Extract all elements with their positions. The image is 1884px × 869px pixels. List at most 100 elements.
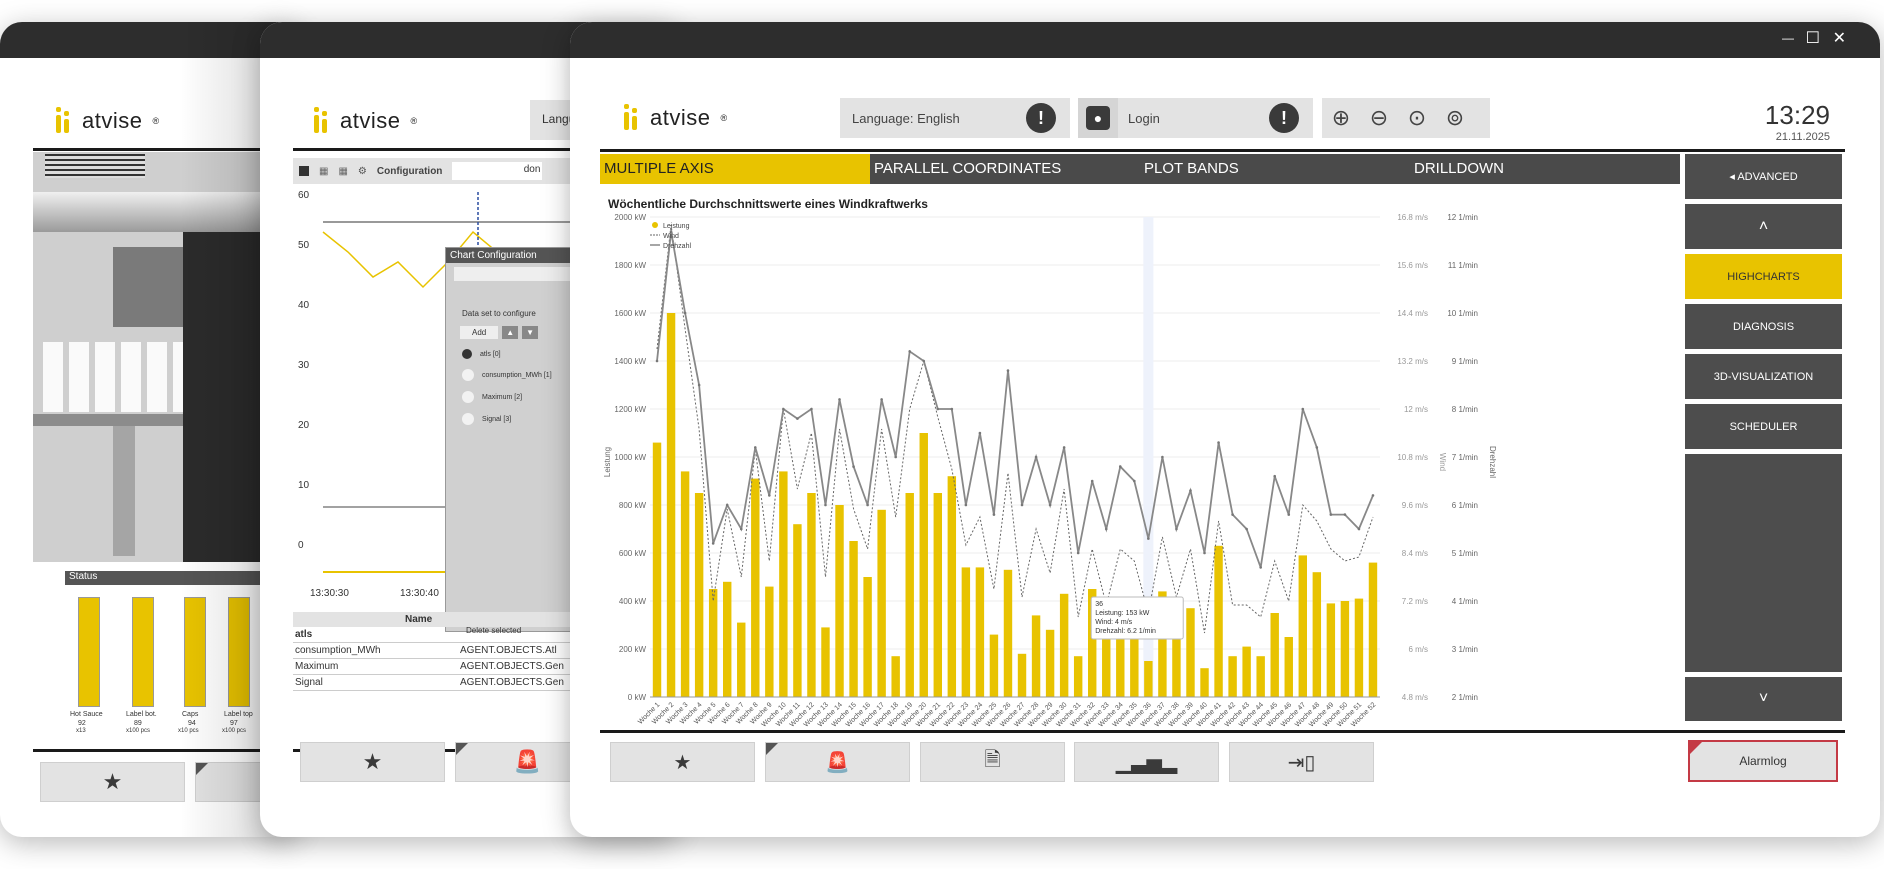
sidebar-up-arrow[interactable]: ˄ [1685,204,1842,249]
chart-add-icon[interactable]: ▦ [338,166,347,177]
row-path: AGENT.OBJECTS.Gen [460,677,564,688]
point-drehzahl [978,431,982,435]
y-tick-label: 60 [298,190,310,201]
favorites-button[interactable]: ★ [40,762,185,802]
back-window-hmi: atvise ® Status Hot Sauce Label bot. Caps… [0,22,300,837]
sidebar-item-scheduler[interactable]: SCHEDULER [1685,404,1842,449]
y-left-tick-label: 800 kW [619,501,647,510]
point-drehzahl [1076,551,1080,555]
siren-icon: 🚨 [825,751,850,774]
close-button[interactable]: ✕ [1833,28,1846,48]
radio-icon[interactable] [462,369,474,381]
configuration-label: Configuration [376,165,443,177]
point-drehzahl [683,311,687,315]
point-drehzahl [796,417,799,420]
bar-leistung [652,442,662,697]
login-box[interactable]: ● Login ! [1078,98,1313,138]
row-name: atls [295,629,313,640]
status-header: Status [65,571,265,585]
y-tick-label: 30 [298,360,310,371]
dataset-label-0: atls [0] [480,350,501,358]
point-drehzahl [1104,527,1108,531]
favorites-button[interactable]: ★ [610,742,755,782]
minimize-button[interactable]: — [1782,31,1794,45]
radio-icon[interactable] [462,391,474,403]
point-drehzahl [1189,489,1192,492]
bar-leistung [1298,555,1307,697]
point-drehzahl [880,398,883,401]
legend-label-drehzahl: Drehzahl [663,243,691,250]
login-label: Login [1128,110,1160,126]
statistics-button[interactable]: ▁▃▅▂ [1074,742,1219,782]
zoom-reset-icon[interactable]: ⊚ [1436,98,1474,138]
tab-drilldown[interactable]: DRILLDOWN [1410,154,1680,184]
point-drehzahl [753,446,757,449]
y-rpm-tick-label: 6 1/min [1452,501,1478,510]
point-drehzahl [922,359,926,363]
bar-leistung [1144,661,1153,697]
bar-leistung [1326,603,1336,697]
y-wind-tick-label: 13.2 m/s [1397,357,1428,366]
y-rpm-tick-label: 7 1/min [1452,453,1478,462]
bar-leistung [835,505,844,697]
radio-icon[interactable] [462,413,474,425]
y-wind-tick-label: 8.4 m/s [1402,549,1428,558]
bar-leistung [1354,598,1364,697]
favorites-button[interactable]: ★ [300,742,445,782]
sidebar-item-highcharts[interactable]: HIGHCHARTS [1685,254,1842,299]
up-arrow-icon[interactable]: ▲ [502,326,519,339]
tooltip-line: Drehzahl: 6.2 1/min [1095,628,1156,635]
chart-icon[interactable]: ▦ [319,166,328,177]
gauge [132,597,154,707]
alarmlog-button[interactable]: Alarmlog [1688,740,1838,782]
stop-icon[interactable] [299,166,309,176]
logout-button[interactable]: ⇥▯ [1229,742,1374,782]
zoom-in-icon[interactable]: ⊕ [1322,98,1360,138]
header-rule [33,148,273,151]
logo-mark-icon [624,104,640,132]
radio-selected-icon[interactable] [462,349,472,359]
language-selector[interactable]: Language: English ! [840,98,1070,138]
bar-leistung [1172,639,1181,697]
atvise-logo: atvise ® [56,107,160,135]
y-left-tick-label: 1400 kW [614,357,646,366]
bar-leistung [779,471,788,697]
clock-time: 13:29 [1764,100,1830,130]
sidebar-item-3d-visualization[interactable]: 3D-VISUALIZATION [1685,354,1842,399]
alarm-button[interactable]: 🚨 [765,742,910,782]
point-drehzahl [1287,513,1291,516]
add-button[interactable]: Add [460,326,499,339]
y-rpm-tick-label: 10 1/min [1447,309,1478,318]
point-drehzahl [852,465,855,468]
y-tick-label: 0 [298,540,304,551]
report-button[interactable]: 🗎 [920,742,1065,782]
y-rpm-tick-label: 2 1/min [1452,693,1478,702]
y-wind-tick-label: 10.8 m/s [1397,453,1428,462]
brand-name: atvise [82,108,143,133]
gauge [78,597,100,707]
point-drehzahl [1133,479,1136,483]
y-left-tick-label: 1000 kW [614,453,646,462]
down-arrow-icon[interactable]: ▼ [522,326,539,339]
tab-parallel-coordinates[interactable]: PARALLEL COORDINATES [870,154,1140,184]
tab-multiple-axis[interactable]: MULTIPLE AXIS [600,154,870,184]
y-rpm-tick-label: 12 1/min [1447,213,1478,222]
point-drehzahl [936,407,940,411]
row-name: Maximum [295,661,339,672]
sidebar-item-diagnosis[interactable]: DIAGNOSIS [1685,304,1842,349]
sidebar-down-arrow[interactable]: ˅ [1685,677,1842,721]
point-drehzahl [1062,446,1066,449]
brand-name: atvise [650,105,711,130]
bar-leistung [961,567,971,697]
configuration-input[interactable]: don [452,162,543,180]
maximize-button[interactable]: ☐ [1806,28,1820,48]
zoom-out-icon[interactable]: ⊖ [1360,98,1398,138]
y-left-tick-label: 1600 kW [614,309,646,318]
zoom-fit-icon[interactable]: ⊙ [1398,98,1436,138]
legend-label-wind: Wind [663,233,679,240]
bar-leistung [947,476,957,697]
gauge-unit: x100 pcs [126,728,151,734]
settings-icon[interactable]: ⚙ [358,166,367,177]
tab-plot-bands[interactable]: PLOT BANDS [1140,154,1410,184]
sidebar-advanced[interactable]: ◂ ADVANCED [1685,154,1842,199]
